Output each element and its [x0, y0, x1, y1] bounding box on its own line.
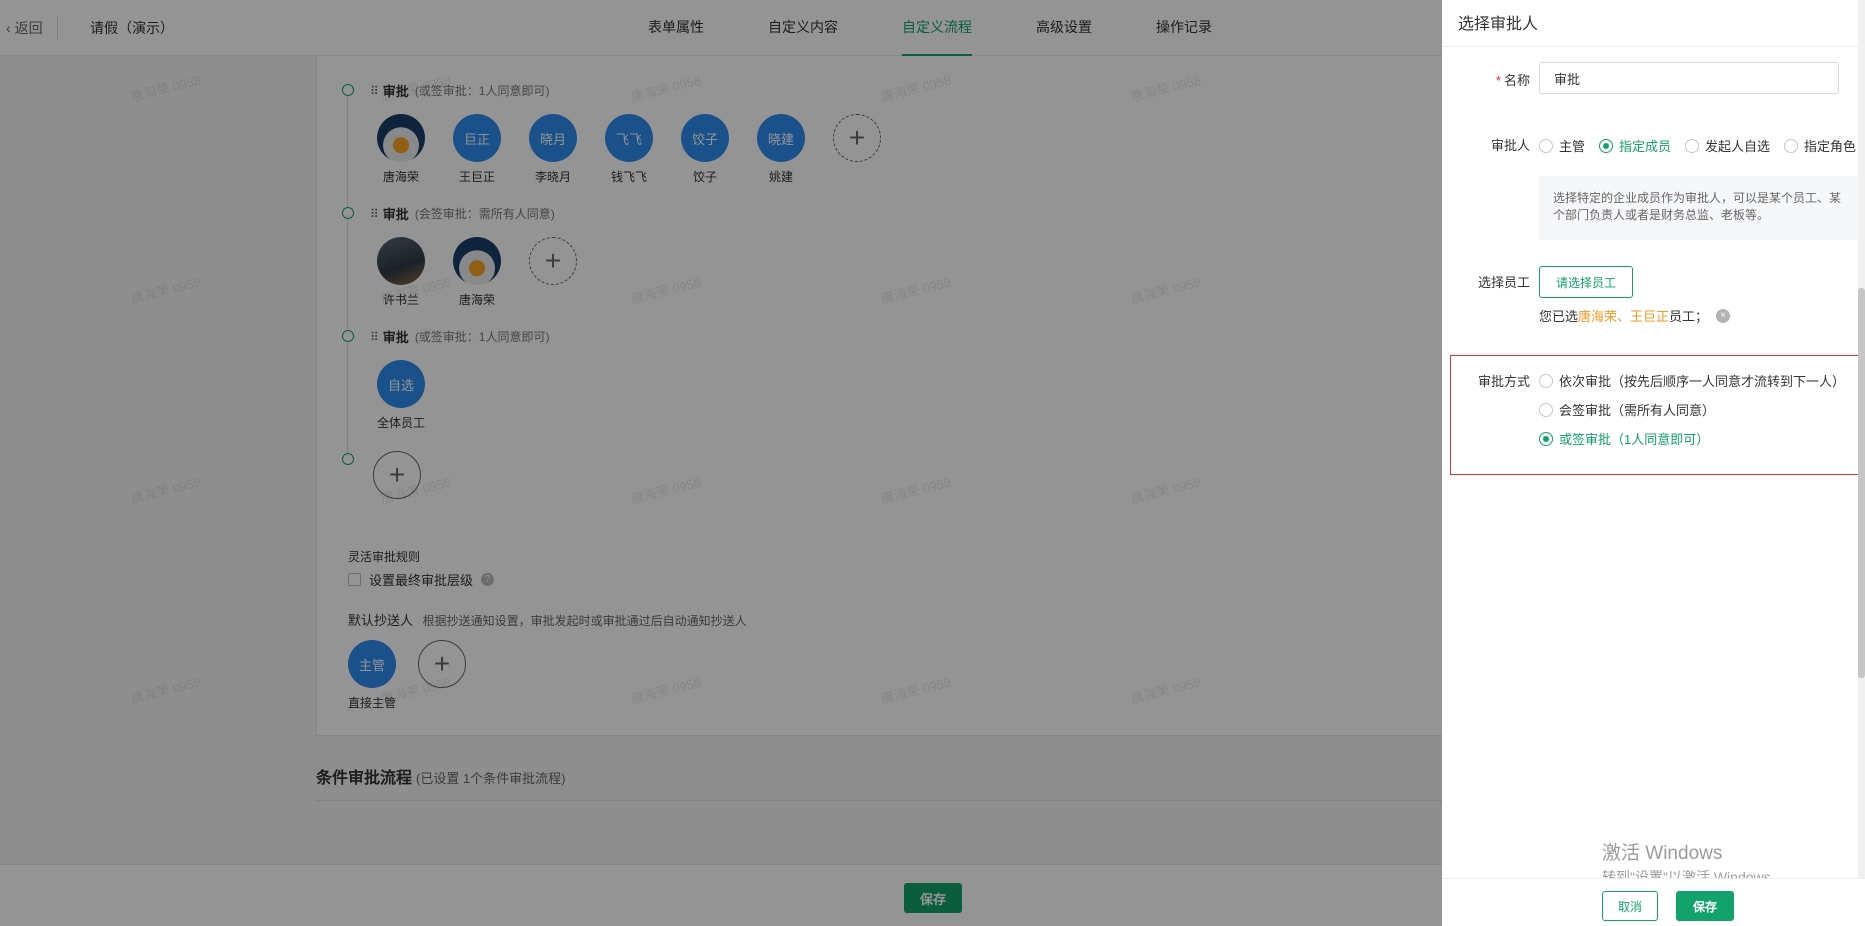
pick-employee-label: 选择员工	[1477, 275, 1530, 290]
name-label-text: 名称	[1503, 73, 1530, 88]
divider	[1442, 46, 1865, 47]
radio-label: 指定角色	[1804, 139, 1857, 154]
radio-label: 会签审批（需所有人同意）	[1559, 403, 1716, 418]
radio-button[interactable]	[1784, 138, 1799, 153]
radio-label: 主管	[1559, 139, 1586, 154]
radio-button[interactable]	[1539, 402, 1553, 417]
radio-supervisor[interactable]: 主管	[1539, 136, 1585, 155]
radio-specified-member[interactable]: 指定成员	[1599, 136, 1671, 155]
scrollbar-thumb[interactable]	[1858, 288, 1865, 678]
drawer-footer: 取消 保存	[1442, 878, 1865, 926]
modal-overlay[interactable]	[0, 0, 1442, 926]
radio-initiator-choice[interactable]: 发起人自选	[1685, 136, 1770, 155]
radio-label: 发起人自选	[1705, 139, 1771, 154]
radio-button[interactable]	[1685, 138, 1700, 153]
save-button[interactable]: 保存	[1676, 891, 1734, 921]
approval-mode-radios: 依次审批（按先后顺序一人同意才流转到下一人） 会签审批（需所有人同意） 或签审批…	[1539, 371, 1845, 448]
radio-label: 或签审批（1人同意即可）	[1559, 432, 1710, 447]
radio-or-sign[interactable]: 或签审批（1人同意即可）	[1539, 429, 1845, 448]
chosen-names: 唐海荣、王巨正	[1578, 309, 1670, 324]
radio-label: 依次审批（按先后顺序一人同意才流转到下一人）	[1559, 374, 1846, 389]
name-input[interactable]	[1539, 62, 1839, 94]
required-mark: *	[1495, 73, 1501, 88]
chosen-suffix: 员工；	[1669, 309, 1709, 324]
approver-hint: 选择特定的企业成员作为审批人，可以是某个员工、某个部门负责人或者是财务总监、老板…	[1539, 176, 1865, 240]
name-label: * 名称	[1442, 70, 1530, 89]
radio-button[interactable]	[1539, 138, 1553, 153]
chosen-employees: 您已选 唐海荣、王巨正 员工； ×	[1539, 306, 1731, 325]
approver-label: 审批人	[1490, 138, 1530, 153]
cancel-button[interactable]: 取消	[1602, 891, 1658, 921]
drawer-title: 选择审批人	[1458, 16, 1539, 33]
clear-icon[interactable]: ×	[1716, 308, 1731, 323]
radio-label: 指定成员	[1619, 139, 1672, 154]
radio-sequential[interactable]: 依次审批（按先后顺序一人同意才流转到下一人）	[1539, 371, 1845, 390]
radio-button[interactable]	[1539, 373, 1553, 388]
chosen-prefix: 您已选	[1539, 309, 1579, 324]
approver-drawer: 选择审批人 *名称 审批人 主管 指定成员 发起人自选 指定角色 选择特定的企业…	[1442, 0, 1865, 926]
radio-button[interactable]	[1539, 431, 1553, 446]
radio-specified-role[interactable]: 指定角色	[1784, 136, 1856, 155]
radio-countersign[interactable]: 会签审批（需所有人同意）	[1539, 400, 1845, 419]
radio-button[interactable]	[1599, 138, 1614, 153]
approval-mode-label: 审批方式	[1477, 374, 1530, 389]
approver-type-radios: 主管 指定成员 发起人自选 指定角色	[1539, 136, 1856, 155]
select-employee-button[interactable]: 请选择员工	[1539, 266, 1633, 298]
activation-title: 激活 Windows	[1602, 843, 1723, 864]
